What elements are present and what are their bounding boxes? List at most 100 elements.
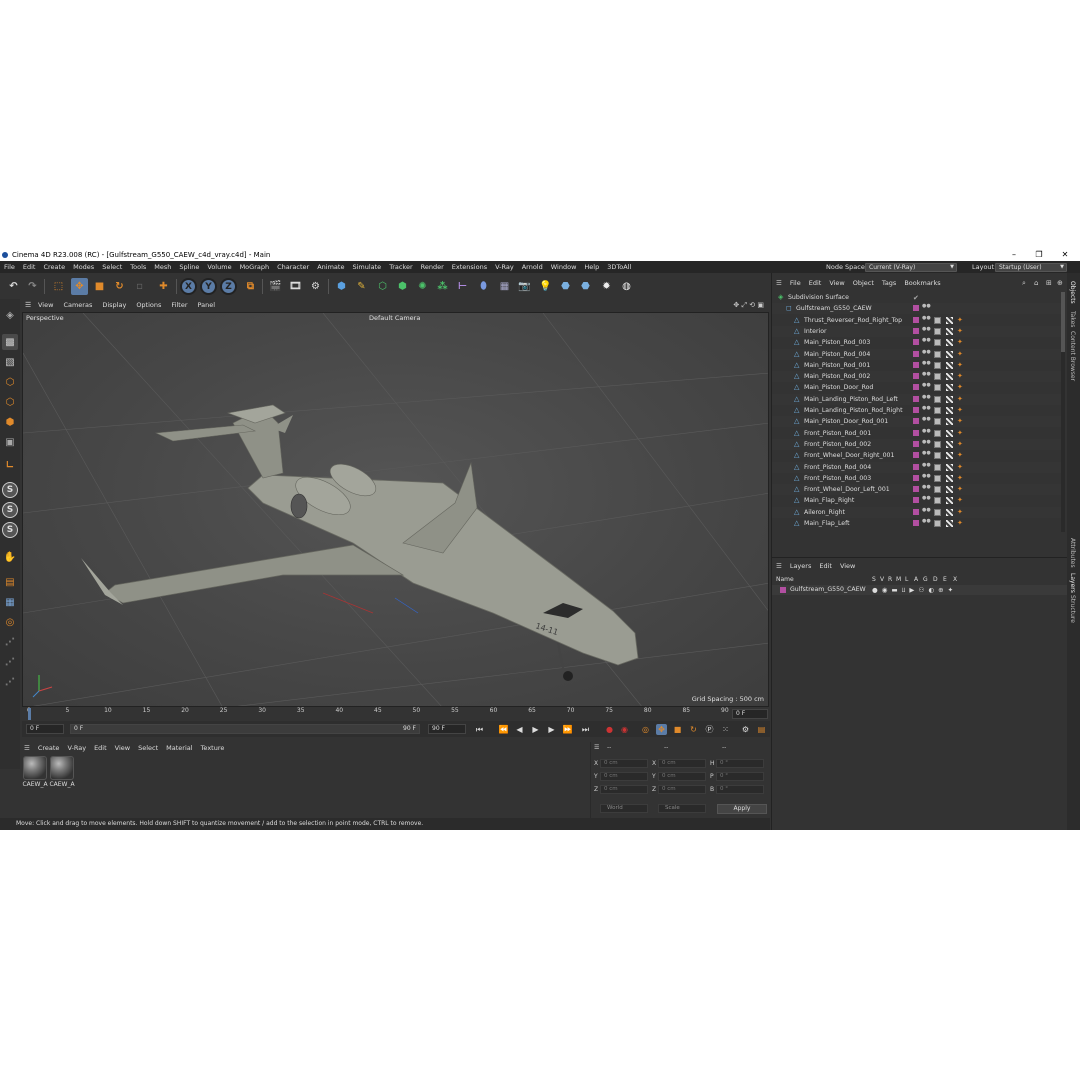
material-menu-view[interactable]: View <box>111 742 134 754</box>
vray-tag-icon[interactable]: ✦ <box>957 373 964 380</box>
render-to-picture-viewer-icon[interactable]: 🎞 <box>287 278 304 295</box>
visibility-dots-icon[interactable]: ●● <box>922 451 931 460</box>
scale-key-icon[interactable]: ■ <box>672 724 683 735</box>
object-row[interactable]: △ Main_Piston_Door_Rod_001 ●● ✦ <box>772 416 1061 428</box>
layer-color-swatch[interactable] <box>913 474 919 481</box>
search-icon[interactable]: ⌕ <box>1022 278 1026 289</box>
visibility-dots-icon[interactable]: ●● <box>922 383 931 392</box>
layer-color-swatch[interactable] <box>913 452 919 459</box>
viewport-menu-filter[interactable]: Filter <box>166 299 192 311</box>
workplane-snap-button[interactable]: S <box>2 522 18 538</box>
previous-key-icon[interactable]: ⏪ <box>498 724 509 735</box>
object-row[interactable]: △ Front_Wheel_Door_Left_001 ●● ✦ <box>772 484 1061 496</box>
layer-name[interactable]: Gulfstream_G550_CAEW <box>790 585 866 595</box>
object-row[interactable]: △ Front_Piston_Rod_002 ●● ✦ <box>772 438 1061 450</box>
object-menu-object[interactable]: Object <box>849 278 878 289</box>
layer-color-swatch[interactable] <box>913 339 919 346</box>
material-tag-icon[interactable] <box>946 429 953 437</box>
material-swatch[interactable]: CAEW_A <box>49 756 75 788</box>
visibility-dots-icon[interactable]: ●● <box>922 496 931 505</box>
phong-tag-icon[interactable] <box>934 373 941 381</box>
layer-color-swatch[interactable] <box>913 316 919 323</box>
size-y-field[interactable]: 0 cm <box>658 772 706 781</box>
material-tag-icon[interactable] <box>946 373 953 381</box>
layer-color-swatch[interactable] <box>913 440 919 447</box>
position-z-field[interactable]: 0 cm <box>600 785 648 794</box>
scale-tool-icon[interactable]: ■ <box>91 278 108 295</box>
tab-content-browser[interactable]: Content Browser <box>1069 331 1076 381</box>
recent-tool-icon[interactable]: ▫ <box>131 278 148 295</box>
menu-extensions[interactable]: Extensions <box>448 261 491 273</box>
vray-tag-icon[interactable]: ✦ <box>957 497 964 504</box>
object-row[interactable]: △ Interior ●● ✦ <box>772 325 1061 337</box>
phong-tag-icon[interactable] <box>934 452 941 460</box>
vray-tag-icon[interactable]: ✦ <box>957 361 964 369</box>
menu-tools[interactable]: Tools <box>126 261 150 273</box>
new-panel-icon[interactable]: ⊕ <box>1057 278 1063 289</box>
rotate-tool-icon[interactable]: ↻ <box>111 278 128 295</box>
object-name[interactable]: Gulfstream_G550_CAEW <box>796 303 872 314</box>
menu-render[interactable]: Render <box>417 261 448 273</box>
menu-volume[interactable]: Volume <box>203 261 235 273</box>
layer-menu-edit[interactable]: Edit <box>815 561 836 572</box>
material-tag-icon[interactable] <box>946 440 953 448</box>
hamburger-menu-icon[interactable]: ☰ <box>25 299 33 311</box>
object-row[interactable]: △ Main_Piston_Rod_004 ●● ✦ <box>772 348 1061 360</box>
uv-mode-icon[interactable]: ▣ <box>2 434 18 450</box>
material-menu-edit[interactable]: Edit <box>90 742 111 754</box>
visibility-dots-icon[interactable]: ●● <box>922 360 931 370</box>
position-x-field[interactable]: 0 cm <box>600 759 648 768</box>
vray-tag-icon[interactable]: ✦ <box>957 486 964 493</box>
layer-flag-icons[interactable]: ● ◉ ▬ ⫫ ▶ ⚇ ◐ ⊕ ✦ <box>872 585 954 595</box>
phong-tag-icon[interactable] <box>934 508 941 516</box>
tab-takes[interactable]: Takes <box>1069 311 1076 327</box>
material-tag-icon[interactable] <box>946 395 953 403</box>
close-button[interactable]: ✕ <box>1054 249 1076 261</box>
pen-spline-icon[interactable]: ✎ <box>353 278 370 295</box>
vray-tag-icon[interactable]: ✦ <box>957 327 964 335</box>
mograph-icon[interactable]: ⁂ <box>434 278 451 295</box>
layer-color-swatch[interactable] <box>913 327 919 334</box>
menu-window[interactable]: Window <box>547 261 581 273</box>
go-to-end-icon[interactable]: ⏭ <box>580 724 591 735</box>
z-axis-lock-button[interactable]: Z <box>220 278 237 295</box>
object-name[interactable]: Front_Piston_Rod_004 <box>804 462 871 473</box>
object-menu-bookmarks[interactable]: Bookmarks <box>900 278 944 289</box>
menu-help[interactable]: Help <box>580 261 603 273</box>
object-name[interactable]: Interior <box>804 326 827 337</box>
filter-icon[interactable]: ⊞ <box>1046 278 1052 289</box>
vray-tag-icon[interactable]: ✦ <box>957 463 964 471</box>
menu-3dtoall[interactable]: 3DToAll <box>603 261 635 273</box>
phong-tag-icon[interactable] <box>934 361 941 369</box>
vray-tag-icon[interactable]: ✦ <box>957 339 964 346</box>
cube-primitive-icon[interactable]: ⬢ <box>333 278 350 295</box>
object-name[interactable]: Main_Piston_Rod_001 <box>804 360 870 371</box>
object-name[interactable]: Thrust_Reverser_Rod_Right_Top <box>804 315 902 326</box>
object-name[interactable]: Subdivision Surface <box>788 292 849 303</box>
material-tag-icon[interactable] <box>946 327 953 335</box>
object-menu-view[interactable]: View <box>825 278 848 289</box>
add-tool-icon[interactable]: ✚ <box>155 278 172 295</box>
viewport-menu-panel[interactable]: Panel <box>193 299 221 311</box>
menu-vray[interactable]: V-Ray <box>491 261 518 273</box>
object-row[interactable]: △ Main_Landing_Piston_Rod_Right ●● ✦ <box>772 405 1061 416</box>
solo-off-icon[interactable]: ⋰ <box>2 674 18 690</box>
menu-simulate[interactable]: Simulate <box>348 261 385 273</box>
visibility-dots-icon[interactable]: ●● <box>922 406 931 415</box>
menu-modes[interactable]: Modes <box>69 261 98 273</box>
coordinate-mode-dropdown[interactable]: World <box>600 804 648 813</box>
object-name[interactable]: Front_Piston_Rod_001 <box>804 428 871 439</box>
visibility-dots-icon[interactable]: ●● <box>922 417 931 426</box>
menu-edit[interactable]: Edit <box>19 261 40 273</box>
object-name[interactable]: Main_Landing_Piston_Rod_Right <box>804 405 903 416</box>
phong-tag-icon[interactable] <box>934 418 941 426</box>
vray-tag-icon[interactable]: ✦ <box>957 429 964 437</box>
vray-tag-icon[interactable]: ✦ <box>957 520 964 527</box>
size-x-field[interactable]: 0 cm <box>658 759 706 768</box>
vray-globe-icon[interactable]: ◍ <box>618 278 635 295</box>
rotation-key-icon[interactable]: ↻ <box>688 724 699 735</box>
keyframe-selection-icon[interactable]: ◎ <box>640 724 651 735</box>
axis-mode-icon[interactable]: ∟ <box>2 457 18 473</box>
object-row[interactable]: △ Main_Flap_Left ●● ✦ <box>772 518 1061 529</box>
texture-mode-icon[interactable]: ▧ <box>2 354 18 370</box>
